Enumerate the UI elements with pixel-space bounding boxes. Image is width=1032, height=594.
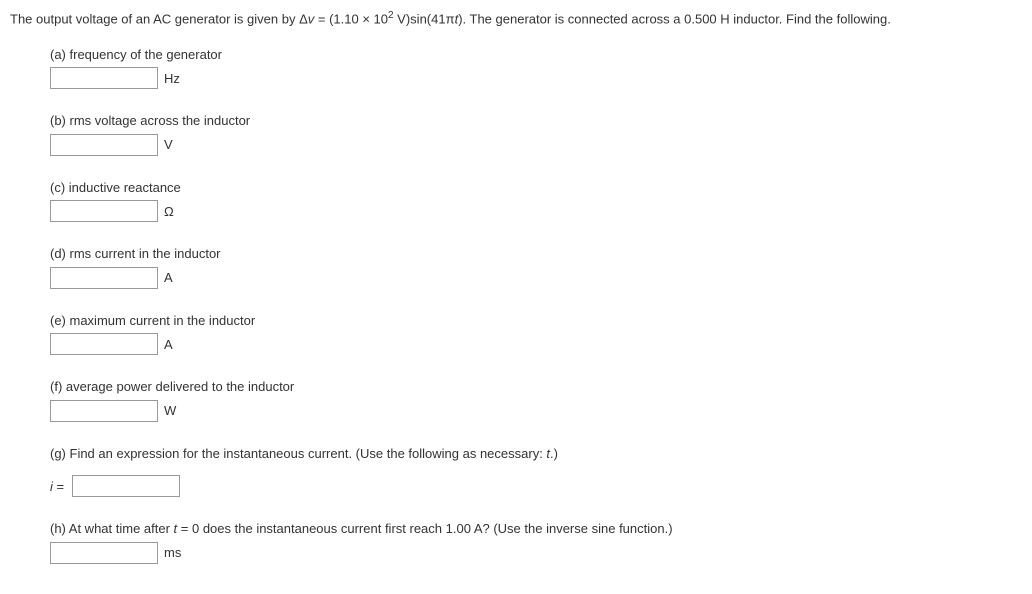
part-f-input[interactable]: [50, 400, 158, 422]
part-a-unit: Hz: [164, 69, 180, 89]
part-d-input[interactable]: [50, 267, 158, 289]
stem-text: The output voltage of an AC generator is…: [10, 11, 308, 26]
part-e-row: A: [50, 333, 1022, 355]
part-h-label-post: = 0 does the instantaneous current first…: [177, 521, 672, 536]
part-g: (g) Find an expression for the instantan…: [50, 444, 1022, 498]
part-e: (e) maximum current in the inductor A: [50, 311, 1022, 356]
part-h-label-pre: (h) At what time after: [50, 521, 174, 536]
part-a: (a) frequency of the generator Hz: [50, 45, 1022, 90]
part-c-input[interactable]: [50, 200, 158, 222]
part-c: (c) inductive reactance Ω: [50, 178, 1022, 223]
part-a-row: Hz: [50, 67, 1022, 89]
stem-text: ). The generator is connected across a 0…: [458, 11, 891, 26]
part-f-label: (f) average power delivered to the induc…: [50, 377, 1022, 397]
part-c-label: (c) inductive reactance: [50, 178, 1022, 198]
part-a-label: (a) frequency of the generator: [50, 45, 1022, 65]
part-b-label: (b) rms voltage across the inductor: [50, 111, 1022, 131]
part-h-label: (h) At what time after t = 0 does the in…: [50, 519, 1022, 539]
part-b: (b) rms voltage across the inductor V: [50, 111, 1022, 156]
stem-text: = (1.10 × 10: [314, 11, 388, 26]
part-g-label-post: .): [550, 446, 558, 461]
part-h-row: ms: [50, 542, 1022, 564]
part-g-label-pre: (g) Find an expression for the instantan…: [50, 446, 546, 461]
part-e-unit: A: [164, 335, 173, 355]
part-d: (d) rms current in the inductor A: [50, 244, 1022, 289]
part-c-unit: Ω: [164, 202, 174, 222]
part-e-input[interactable]: [50, 333, 158, 355]
part-h-unit: ms: [164, 543, 181, 563]
part-g-label: (g) Find an expression for the instantan…: [50, 444, 1022, 464]
part-g-input[interactable]: [72, 475, 180, 497]
problem-stem: The output voltage of an AC generator is…: [10, 8, 1022, 29]
part-c-row: Ω: [50, 200, 1022, 222]
part-d-row: A: [50, 267, 1022, 289]
part-d-label: (d) rms current in the inductor: [50, 244, 1022, 264]
part-b-row: V: [50, 134, 1022, 156]
part-h-input[interactable]: [50, 542, 158, 564]
part-d-unit: A: [164, 268, 173, 288]
part-f-unit: W: [164, 401, 176, 421]
part-h: (h) At what time after t = 0 does the in…: [50, 519, 1022, 564]
stem-text: V)sin(41π: [394, 11, 455, 26]
part-f-row: W: [50, 400, 1022, 422]
part-b-input[interactable]: [50, 134, 158, 156]
part-b-unit: V: [164, 135, 173, 155]
part-a-input[interactable]: [50, 67, 158, 89]
part-g-row: i =: [50, 475, 1022, 497]
part-e-label: (e) maximum current in the inductor: [50, 311, 1022, 331]
part-f: (f) average power delivered to the induc…: [50, 377, 1022, 422]
part-g-lhs: i =: [50, 477, 64, 497]
part-g-lhs-eq: =: [53, 479, 64, 494]
